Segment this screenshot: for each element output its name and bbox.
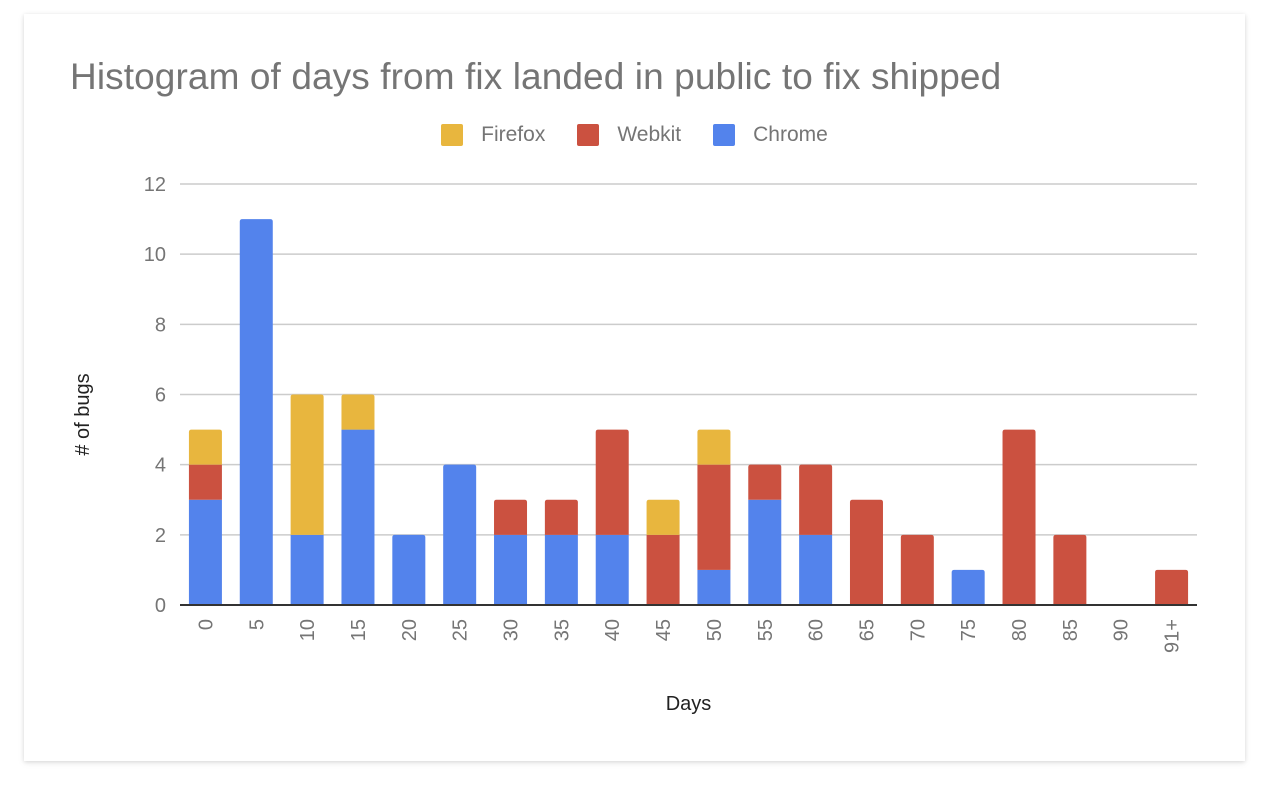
y-tick-label: 2 xyxy=(155,525,166,547)
bar-firefox-10[interactable] xyxy=(290,394,324,535)
x-tick-label: 45 xyxy=(653,619,675,641)
x-axis-ticks: 0 5 10 15 20 25 30 35 40 45 50 55 60 65 70 75 80 85 90 91+ xyxy=(195,619,1183,653)
bar-chrome-75[interactable] xyxy=(951,569,985,605)
y-tick-label: 0 xyxy=(155,595,166,617)
x-tick-label: 50 xyxy=(704,619,726,641)
bar-chrome-25[interactable] xyxy=(443,464,477,605)
bar-webkit-0[interactable] xyxy=(188,464,222,500)
y-tick-label: 4 xyxy=(155,455,166,477)
y-tick-label: 10 xyxy=(144,244,166,266)
x-tick-label: 55 xyxy=(755,619,777,641)
bar-chrome-30[interactable] xyxy=(494,534,528,605)
y-tick-label: 12 xyxy=(144,174,166,196)
bar-webkit-50[interactable] xyxy=(697,464,731,570)
bar-firefox-15[interactable] xyxy=(341,394,375,430)
x-tick-label: 5 xyxy=(246,619,268,630)
bar-chrome-10[interactable] xyxy=(290,534,324,605)
x-tick-label: 80 xyxy=(1009,619,1031,641)
bar-firefox-50[interactable] xyxy=(697,429,731,465)
bar-chrome-5[interactable] xyxy=(239,219,273,606)
x-tick-label: 70 xyxy=(907,619,929,641)
bar-webkit-80[interactable] xyxy=(1002,429,1036,605)
x-tick-label: 90 xyxy=(1111,619,1133,641)
x-tick-label: 75 xyxy=(958,619,980,641)
bar-webkit-35[interactable] xyxy=(544,499,578,535)
bar-webkit-30[interactable] xyxy=(494,499,528,535)
bar-chrome-55[interactable] xyxy=(748,499,782,605)
bar-chrome-0[interactable] xyxy=(188,499,222,605)
bar-webkit-45[interactable] xyxy=(646,534,680,605)
bar-webkit-70[interactable] xyxy=(900,534,934,605)
bar-webkit-60[interactable] xyxy=(799,464,833,535)
bar-webkit-85[interactable] xyxy=(1053,534,1087,605)
bar-chrome-35[interactable] xyxy=(544,534,578,605)
bars xyxy=(188,219,1189,606)
x-tick-label: 65 xyxy=(856,619,878,641)
y-axis-ticks: 0 2 4 6 8 10 12 xyxy=(144,174,166,617)
x-tick-label: 20 xyxy=(399,619,421,641)
x-tick-label: 10 xyxy=(297,619,319,641)
x-tick-label: 35 xyxy=(551,619,573,641)
bar-webkit-91+[interactable] xyxy=(1155,569,1189,605)
bar-chrome-40[interactable] xyxy=(595,534,629,605)
y-tick-label: 8 xyxy=(155,314,166,336)
bar-chrome-50[interactable] xyxy=(697,569,731,605)
gridlines xyxy=(180,183,1197,536)
bar-webkit-40[interactable] xyxy=(595,429,629,535)
chart-plot: 0 2 4 6 8 10 12 0 5 10 15 20 25 30 35 40 45 50 55 60 65 70 75… xyxy=(72,174,1197,715)
x-tick-label: 25 xyxy=(450,619,472,641)
bar-webkit-65[interactable] xyxy=(849,499,883,605)
x-tick-label: 85 xyxy=(1060,619,1082,641)
x-tick-label: 91+ xyxy=(1162,619,1184,653)
y-axis-title: # of bugs xyxy=(72,373,94,455)
y-tick-label: 6 xyxy=(155,385,166,407)
x-axis-title: Days xyxy=(666,693,712,715)
bar-firefox-0[interactable] xyxy=(188,429,222,465)
x-tick-label: 40 xyxy=(602,619,624,641)
x-tick-label: 15 xyxy=(348,619,370,641)
x-tick-label: 0 xyxy=(195,619,217,630)
bar-chrome-15[interactable] xyxy=(341,429,375,605)
bar-chrome-60[interactable] xyxy=(799,534,833,605)
bar-chrome-20[interactable] xyxy=(392,534,426,605)
bar-firefox-45[interactable] xyxy=(646,499,680,535)
x-tick-label: 60 xyxy=(806,619,828,641)
x-tick-label: 30 xyxy=(501,619,523,641)
bar-webkit-55[interactable] xyxy=(748,464,782,500)
